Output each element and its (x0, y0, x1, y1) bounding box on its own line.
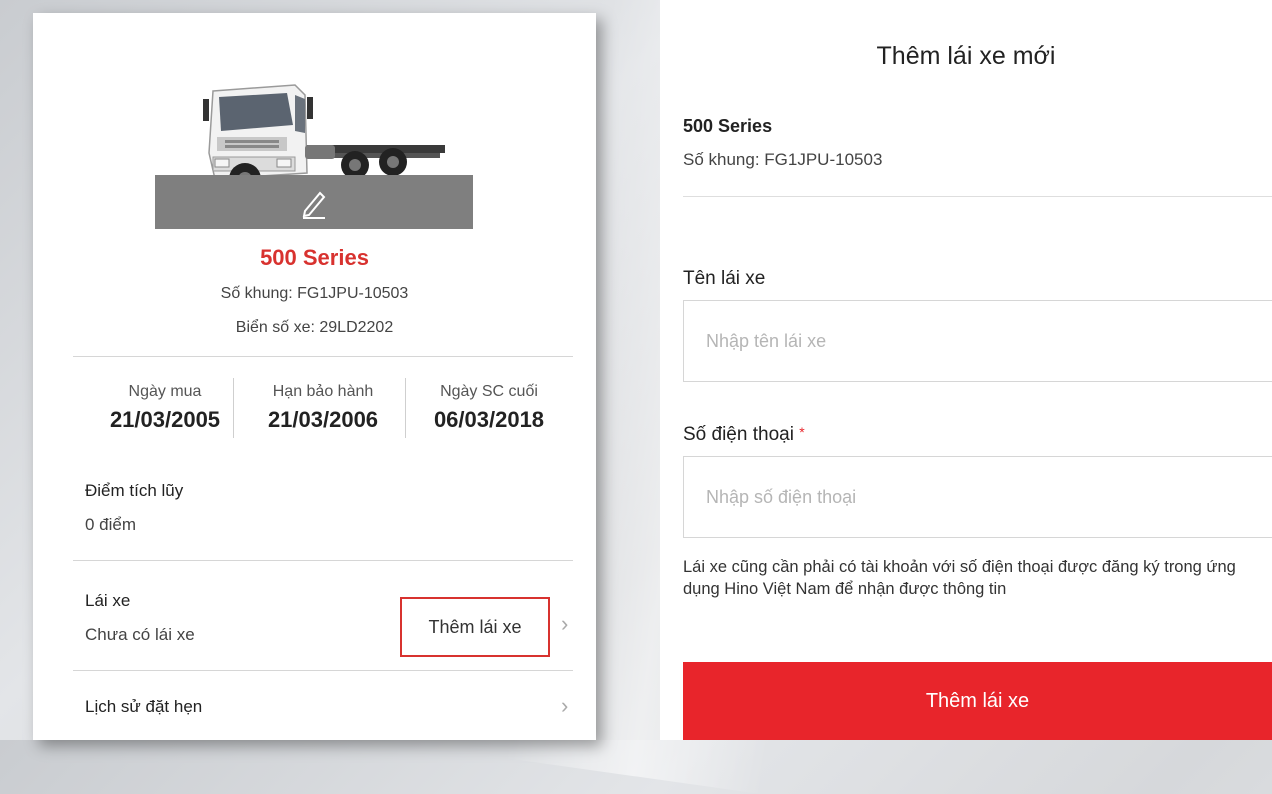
stat-value: 21/03/2005 (109, 407, 221, 432)
divider (683, 196, 1272, 197)
required-mark: * (799, 424, 805, 440)
driver-name-input[interactable] (683, 300, 1272, 382)
add-driver-label: Thêm lái xe (428, 616, 522, 637)
stat-value: 06/03/2018 (433, 407, 545, 432)
add-driver-submit-button[interactable]: Thêm lái xe (683, 662, 1272, 740)
stat-value: 21/03/2006 (267, 407, 379, 432)
form-title: Thêm lái xe mới (876, 42, 1056, 70)
form-vehicle-chassis: Số khung: FG1JPU-10503 (683, 150, 883, 169)
edit-image-bar[interactable] (155, 175, 473, 229)
points-label: Điểm tích lũy (85, 481, 184, 500)
vehicle-model-name: 500 Series (260, 245, 369, 270)
stat-separator (233, 378, 234, 438)
vehicle-detail-card: 500 Series Số khung: FG1JPU-10503 Biển s… (33, 13, 596, 740)
chevron-right-icon[interactable]: › (561, 611, 568, 637)
pencil-icon (302, 191, 326, 219)
add-driver-form: Thêm lái xe mới 500 Series Số khung: FG1… (660, 0, 1272, 740)
phone-label-text: Số điện thoại (683, 424, 794, 445)
form-note: Lái xe cũng cần phải có tài khoản với số… (683, 558, 1236, 598)
divider (73, 670, 573, 671)
driver-value: Chưa có lái xe (85, 625, 195, 644)
add-driver-link[interactable]: Thêm lái xe (400, 597, 550, 657)
form-vehicle-model: 500 Series (683, 116, 773, 136)
stat-label: Ngày mua (128, 383, 202, 400)
vehicle-image[interactable] (155, 33, 473, 229)
driver-label: Lái xe (85, 591, 131, 610)
stat-last-service-date: Ngày SC cuối 06/03/2018 (409, 383, 569, 433)
vehicle-plate-number: Biển số xe: 29LD2202 (235, 319, 394, 336)
divider (73, 560, 573, 561)
divider (73, 356, 573, 357)
vehicle-chassis-number: Số khung: FG1JPU-10503 (220, 285, 409, 302)
stat-label: Hạn bảo hành (272, 383, 374, 400)
phone-input[interactable] (683, 456, 1272, 538)
phone-label: Số điện thoại * (683, 424, 805, 446)
chevron-right-icon[interactable]: › (561, 693, 568, 719)
driver-name-label: Tên lái xe (683, 268, 766, 289)
stat-purchase-date: Ngày mua 21/03/2005 (85, 383, 245, 433)
booking-history-label[interactable]: Lịch sử đặt hẹn (85, 697, 202, 717)
points-value: 0 điểm (85, 515, 137, 534)
stat-warranty-date: Hạn bảo hành 21/03/2006 (243, 383, 403, 433)
stat-separator (405, 378, 406, 438)
stat-label: Ngày SC cuối (440, 383, 538, 400)
